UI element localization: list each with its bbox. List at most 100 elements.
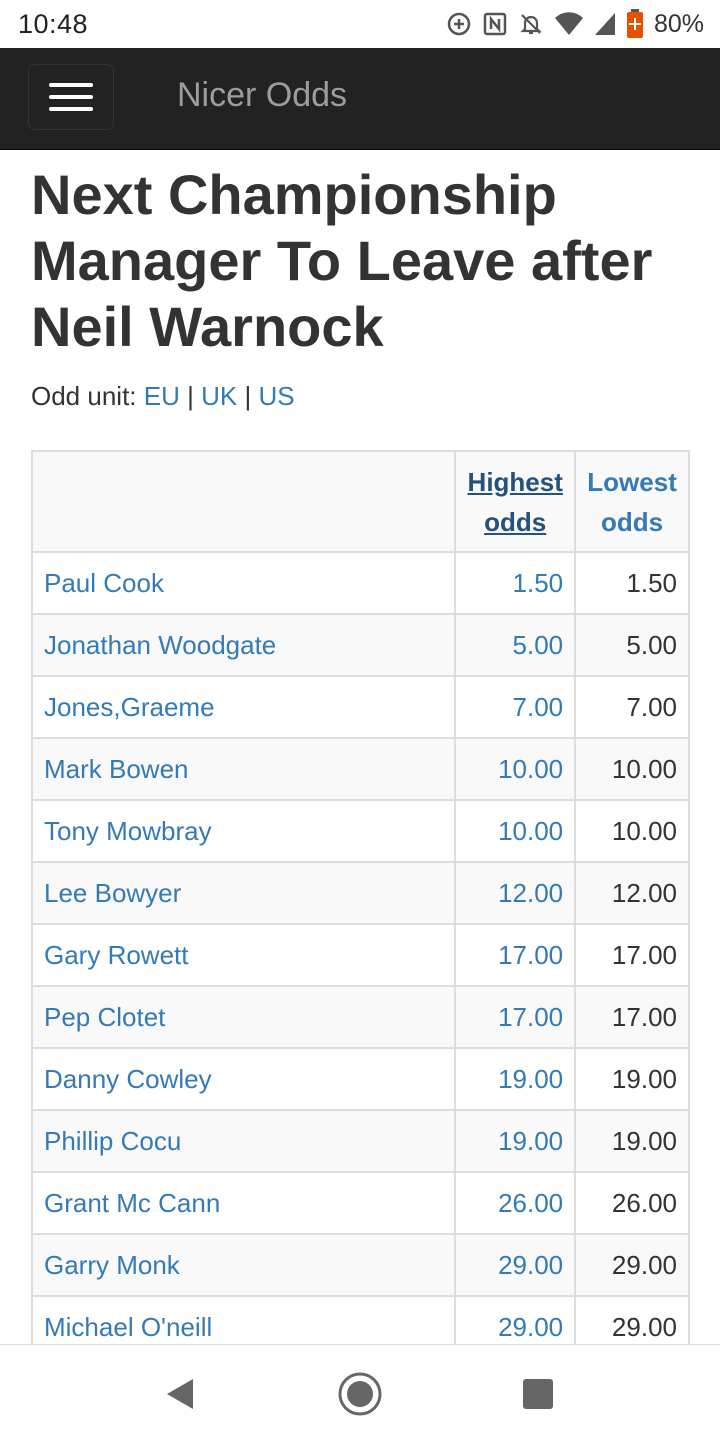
- lowest-odds-cell: 29.00: [574, 1233, 690, 1297]
- manager-name-cell: Lee Bowyer: [30, 861, 457, 925]
- highest-odds-cell[interactable]: 26.00: [454, 1171, 577, 1235]
- table-row: Lee Bowyer 12.00 12.00: [30, 861, 690, 925]
- separator: |: [187, 381, 194, 411]
- highest-odds-cell[interactable]: 1.50: [454, 551, 577, 615]
- odd-unit-selector: Odd unit: EU | UK | US: [31, 381, 295, 412]
- highest-odds-cell[interactable]: 5.00: [454, 613, 577, 677]
- lowest-odds-cell: 5.00: [574, 613, 690, 677]
- highest-odds-cell[interactable]: 17.00: [454, 985, 577, 1049]
- hamburger-menu-button[interactable]: [28, 64, 114, 130]
- header-highest-line1[interactable]: Highest: [468, 467, 563, 497]
- highest-odds-cell[interactable]: 17.00: [454, 923, 577, 987]
- odd-unit-eu-link[interactable]: EU: [144, 381, 180, 411]
- manager-name-cell: Mark Bowen: [30, 737, 457, 801]
- manager-name-cell: Jones,Graeme: [30, 675, 457, 739]
- lowest-odds-cell: 1.50: [574, 551, 690, 615]
- page-title: Next Championship Manager To Leave after…: [31, 163, 653, 358]
- add-circle-icon: [446, 11, 472, 37]
- table-row: Danny Cowley 19.00 19.00: [30, 1047, 690, 1111]
- manager-link[interactable]: Grant Mc Cann: [44, 1188, 220, 1218]
- lowest-odds-cell: 7.00: [574, 675, 690, 739]
- table-header-row: Highest odds Lowest odds: [30, 450, 690, 553]
- navbar: Nicer Odds: [0, 48, 720, 150]
- hamburger-menu-icon: [49, 95, 93, 99]
- manager-link[interactable]: Jonathan Woodgate: [44, 630, 276, 660]
- lowest-odds-cell: 10.00: [574, 737, 690, 801]
- manager-link[interactable]: Paul Cook: [44, 568, 164, 598]
- nfc-icon: [482, 11, 508, 37]
- manager-name-cell: Paul Cook: [30, 551, 457, 615]
- manager-name-cell: Jonathan Woodgate: [30, 613, 457, 677]
- manager-link[interactable]: Garry Monk: [44, 1250, 180, 1280]
- table-row: Pep Clotet 17.00 17.00: [30, 985, 690, 1049]
- lowest-odds-cell: 12.00: [574, 861, 690, 925]
- manager-link[interactable]: Jones,Graeme: [44, 692, 215, 722]
- table-row: Mark Bowen 10.00 10.00: [30, 737, 690, 801]
- signal-icon: [594, 11, 616, 37]
- status-bar: 10:48 80%: [0, 0, 720, 48]
- back-button[interactable]: [157, 1371, 203, 1417]
- battery-saver-icon: [626, 9, 644, 39]
- brand-link[interactable]: Nicer Odds: [177, 76, 347, 115]
- manager-name-cell: Phillip Cocu: [30, 1109, 457, 1173]
- header-name: [30, 450, 457, 553]
- table-row: Tony Mowbray 10.00 10.00: [30, 799, 690, 863]
- highest-odds-cell[interactable]: 7.00: [454, 675, 577, 739]
- manager-link[interactable]: Gary Rowett: [44, 940, 189, 970]
- home-button[interactable]: [337, 1371, 383, 1417]
- header-highest-line2[interactable]: odds: [484, 507, 546, 537]
- manager-link[interactable]: Pep Clotet: [44, 1002, 165, 1032]
- table-row: Jonathan Woodgate 5.00 5.00: [30, 613, 690, 677]
- manager-link[interactable]: Danny Cowley: [44, 1064, 212, 1094]
- odd-unit-us-link[interactable]: US: [258, 381, 294, 411]
- battery-percentage: 80%: [653, 9, 704, 38]
- manager-link[interactable]: Tony Mowbray: [44, 816, 212, 846]
- highest-odds-cell[interactable]: 12.00: [454, 861, 577, 925]
- table-row: Grant Mc Cann 26.00 26.00: [30, 1171, 690, 1235]
- header-highest-odds[interactable]: Highest odds: [454, 450, 577, 553]
- lowest-odds-cell: 19.00: [574, 1109, 690, 1173]
- manager-name-cell: Danny Cowley: [30, 1047, 457, 1111]
- manager-name-cell: Garry Monk: [30, 1233, 457, 1297]
- manager-link[interactable]: Lee Bowyer: [44, 878, 181, 908]
- lowest-odds-cell: 26.00: [574, 1171, 690, 1235]
- lowest-odds-cell: 19.00: [574, 1047, 690, 1111]
- notifications-off-icon: [518, 11, 544, 37]
- manager-name-cell: Pep Clotet: [30, 985, 457, 1049]
- hamburger-menu-icon: [49, 83, 93, 87]
- recents-button[interactable]: [515, 1371, 561, 1417]
- odd-unit-label: Odd unit:: [31, 381, 137, 411]
- manager-name-cell: Tony Mowbray: [30, 799, 457, 863]
- table-row: Gary Rowett 17.00 17.00: [30, 923, 690, 987]
- status-time: 10:48: [18, 9, 89, 39]
- manager-name-cell: Grant Mc Cann: [30, 1171, 457, 1235]
- table-row: Garry Monk 29.00 29.00: [30, 1233, 690, 1297]
- table-row: Jones,Graeme 7.00 7.00: [30, 675, 690, 739]
- back-icon: [167, 1379, 193, 1409]
- lowest-odds-cell: 10.00: [574, 799, 690, 863]
- recents-icon: [523, 1379, 553, 1409]
- odd-unit-uk-link[interactable]: UK: [201, 381, 237, 411]
- manager-link[interactable]: Michael O'neill: [44, 1312, 212, 1342]
- manager-link[interactable]: Mark Bowen: [44, 754, 189, 784]
- lowest-odds-cell: 17.00: [574, 923, 690, 987]
- lowest-odds-cell: 17.00: [574, 985, 690, 1049]
- highest-odds-cell[interactable]: 10.00: [454, 799, 577, 863]
- header-lowest-odds[interactable]: Lowest odds: [574, 450, 690, 553]
- hamburger-menu-icon: [49, 107, 93, 111]
- manager-link[interactable]: Phillip Cocu: [44, 1126, 181, 1156]
- manager-name-cell: Gary Rowett: [30, 923, 457, 987]
- home-icon: [338, 1372, 382, 1416]
- header-lowest-line2[interactable]: odds: [601, 507, 663, 537]
- odds-table: Highest odds Lowest odds Paul Cook 1.50 …: [30, 450, 690, 1359]
- status-icons: 80%: [446, 8, 704, 40]
- highest-odds-cell[interactable]: 19.00: [454, 1109, 577, 1173]
- table-row: Phillip Cocu 19.00 19.00: [30, 1109, 690, 1173]
- table-row: Paul Cook 1.50 1.50: [30, 551, 690, 615]
- highest-odds-cell[interactable]: 19.00: [454, 1047, 577, 1111]
- android-navigation-bar: [0, 1344, 720, 1441]
- highest-odds-cell[interactable]: 29.00: [454, 1233, 577, 1297]
- highest-odds-cell[interactable]: 10.00: [454, 737, 577, 801]
- separator: |: [244, 381, 252, 411]
- header-lowest-line1[interactable]: Lowest: [587, 467, 677, 497]
